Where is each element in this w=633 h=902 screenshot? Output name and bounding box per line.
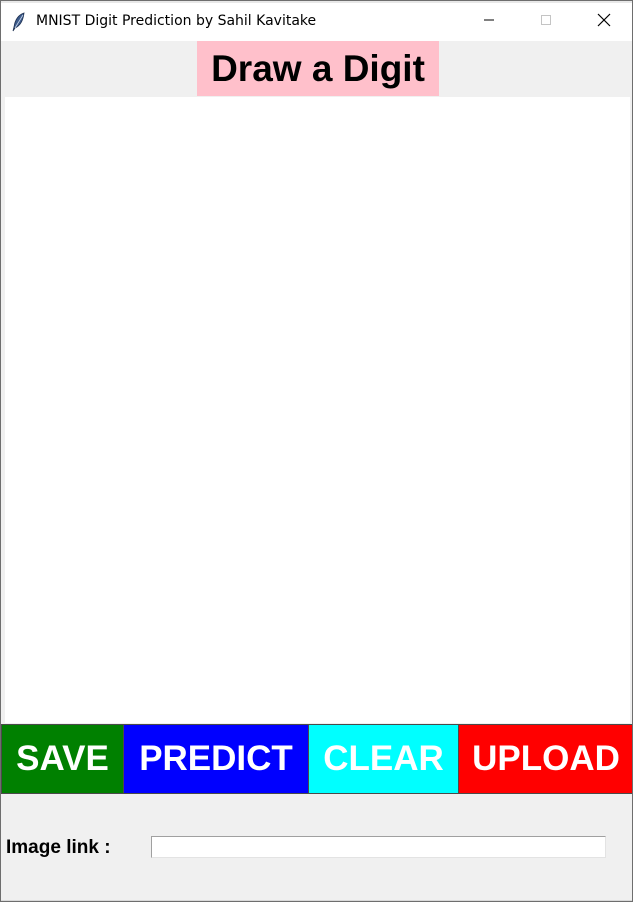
app-window: MNIST Digit Prediction by Sahil Kavitake… xyxy=(0,0,633,902)
maximize-icon xyxy=(540,13,552,31)
upload-button[interactable]: UPLOAD xyxy=(458,724,632,794)
clear-button[interactable]: CLEAR xyxy=(308,724,459,794)
image-link-row: Image link : xyxy=(1,794,632,901)
minimize-icon xyxy=(483,13,495,31)
page-title: Draw a Digit xyxy=(197,41,439,96)
predict-button[interactable]: PREDICT xyxy=(123,724,309,794)
heading-area: Draw a Digit xyxy=(1,41,632,97)
feather-icon xyxy=(11,12,27,32)
image-link-input[interactable] xyxy=(151,836,606,858)
save-button[interactable]: SAVE xyxy=(1,724,124,794)
maximize-button[interactable] xyxy=(523,3,569,41)
title-bar[interactable]: MNIST Digit Prediction by Sahil Kavitake xyxy=(1,3,632,41)
close-button[interactable] xyxy=(581,3,627,41)
drawing-canvas[interactable] xyxy=(5,97,630,723)
minimize-button[interactable] xyxy=(466,3,512,41)
window-title: MNIST Digit Prediction by Sahil Kavitake xyxy=(36,13,317,29)
image-link-label: Image link : xyxy=(6,837,111,858)
action-button-row: SAVE PREDICT CLEAR UPLOAD xyxy=(1,724,632,794)
close-icon xyxy=(597,13,611,32)
